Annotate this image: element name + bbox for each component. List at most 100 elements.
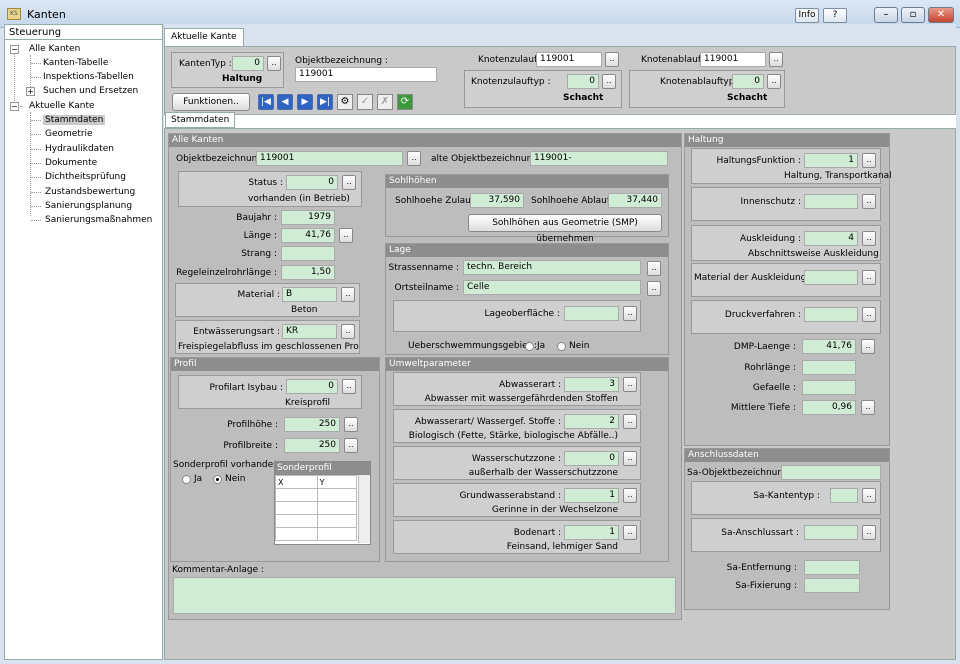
profilart-button[interactable]: .. — [342, 379, 356, 394]
next-record-icon[interactable]: ▶ — [297, 94, 313, 110]
auskleidung-button[interactable]: .. — [862, 231, 876, 246]
gefaelle-field[interactable] — [802, 380, 856, 395]
collapse-icon[interactable]: − — [10, 45, 19, 54]
tree-item[interactable]: Hydraulikdaten — [43, 144, 116, 154]
lageoberflaeche-field[interactable] — [564, 306, 619, 321]
umwelt-row-button[interactable]: .. — [623, 488, 637, 503]
filter-icon[interactable]: ⚙ — [337, 94, 353, 110]
dmp-field[interactable]: 41,76 — [802, 339, 856, 354]
baujahr-field[interactable]: 1979 — [281, 210, 335, 225]
umwelt-row-field[interactable]: 1 — [564, 525, 619, 540]
material-field[interactable]: B — [282, 287, 337, 302]
laenge-button[interactable]: .. — [339, 228, 353, 243]
refresh-icon[interactable]: ⟳ — [397, 94, 413, 110]
info-button[interactable]: Info — [795, 8, 819, 23]
tree-item[interactable]: Stammdaten — [43, 115, 106, 125]
alte-objekt-field[interactable]: 119001- — [530, 151, 668, 166]
kantentyp-button[interactable]: .. — [267, 56, 281, 71]
tree-suchen-ersetzen[interactable]: Suchen und Ersetzen — [43, 86, 138, 96]
last-record-icon[interactable]: ▶| — [317, 94, 333, 110]
minimize-button[interactable]: – — [874, 7, 898, 23]
ortsteil-button[interactable]: .. — [647, 281, 661, 296]
check-icon[interactable]: ✓ — [357, 94, 373, 110]
strasse-button[interactable]: .. — [647, 261, 661, 276]
ortsteil-field[interactable]: Celle — [463, 280, 641, 295]
mat-auskleidung-field[interactable] — [804, 270, 858, 285]
objekt-top-field[interactable]: 119001 — [295, 67, 437, 82]
mat-auskleidung-button[interactable]: .. — [862, 270, 876, 285]
strang-field[interactable] — [281, 246, 335, 261]
sohl-ablauf-field[interactable]: 37,440 — [608, 193, 662, 208]
zulauftyp-field[interactable]: 0 — [567, 74, 599, 89]
profilhoehe-field[interactable]: 250 — [284, 417, 340, 432]
funktionen-button[interactable]: Funktionen.. — [172, 93, 250, 111]
tree-item[interactable]: Zustandsbewertung — [43, 187, 137, 197]
profilbreite-field[interactable]: 250 — [284, 438, 340, 453]
mittlere-tiefe-button[interactable]: .. — [861, 400, 875, 415]
funktion-button[interactable]: .. — [862, 153, 876, 168]
ablauftyp-field[interactable]: 0 — [732, 74, 764, 89]
druckverfahren-button[interactable]: .. — [862, 307, 876, 322]
ueber-nein-radio[interactable] — [557, 342, 566, 351]
sonder-ja-radio[interactable] — [182, 475, 191, 484]
ueber-ja-radio[interactable] — [525, 342, 534, 351]
tree-alle-kanten[interactable]: Alle Kanten — [29, 44, 80, 54]
innenschutz-button[interactable]: .. — [862, 194, 876, 209]
sa-anschlussart-field[interactable] — [804, 525, 858, 540]
regel-field[interactable]: 1,50 — [281, 265, 335, 280]
dmp-button[interactable]: .. — [861, 339, 875, 354]
tree-item[interactable]: Sanierungsplanung — [43, 201, 134, 211]
objekt-button[interactable]: .. — [407, 151, 421, 166]
ablauftyp-button[interactable]: .. — [767, 74, 781, 89]
innenschutz-field[interactable] — [804, 194, 858, 209]
lageoberflaeche-button[interactable]: .. — [623, 306, 637, 321]
sa-fixierung-field[interactable] — [804, 578, 860, 593]
status-button[interactable]: .. — [342, 175, 356, 190]
sa-kantentyp-field[interactable] — [830, 488, 858, 503]
status-field[interactable]: 0 — [286, 175, 338, 190]
tree-item[interactable]: Dokumente — [43, 158, 99, 168]
umwelt-row-button[interactable]: .. — [623, 414, 637, 429]
tree-item[interactable]: Dichtheitsprüfung — [43, 172, 128, 182]
kommentar-field[interactable] — [173, 577, 676, 614]
umwelt-row-field[interactable]: 1 — [564, 488, 619, 503]
ablauf-field[interactable]: 119001 — [700, 52, 766, 67]
tree-kanten-tabelle[interactable]: Kanten-Tabelle — [43, 58, 108, 68]
help-button[interactable]: ? — [823, 8, 847, 23]
profilart-field[interactable]: 0 — [286, 379, 338, 394]
umwelt-row-field[interactable]: 0 — [564, 451, 619, 466]
sohlhoehen-uebernehmen-button[interactable]: Sohlhöhen aus Geometrie (SMP) übernehmen — [468, 214, 662, 244]
sonderprofil-grid[interactable]: Sonderprofil XY — [274, 461, 371, 545]
tab-aktuelle-kante[interactable]: Aktuelle Kante — [164, 28, 244, 46]
rohrlaenge-field[interactable] — [802, 360, 856, 375]
zulauf-field[interactable]: 119001 — [536, 52, 602, 67]
cancel-icon[interactable]: ✗ — [377, 94, 393, 110]
previous-record-icon[interactable]: ◀ — [277, 94, 293, 110]
tree-item[interactable]: Sanierungsmaßnahmen — [43, 215, 154, 225]
grid-scrollbar[interactable] — [358, 475, 370, 543]
objekt-field[interactable]: 119001 — [256, 151, 403, 166]
tab-stammdaten[interactable]: Stammdaten — [165, 112, 236, 128]
entwaesserung-button[interactable]: .. — [341, 324, 355, 339]
expand-icon[interactable]: + — [26, 87, 35, 96]
sonder-nein-radio[interactable] — [213, 475, 222, 484]
first-record-icon[interactable]: |◀ — [258, 94, 274, 110]
umwelt-row-field[interactable]: 3 — [564, 377, 619, 392]
tree-item[interactable]: Geometrie — [43, 129, 95, 139]
umwelt-row-field[interactable]: 2 — [564, 414, 619, 429]
umwelt-row-button[interactable]: .. — [623, 377, 637, 392]
material-button[interactable]: .. — [341, 287, 355, 302]
sa-anschlussart-button[interactable]: .. — [862, 525, 876, 540]
tree-inspektions-tabellen[interactable]: Inspektions-Tabellen — [43, 72, 134, 82]
profilbreite-button[interactable]: .. — [344, 438, 358, 453]
druckverfahren-field[interactable] — [804, 307, 858, 322]
tree-aktuelle-kante[interactable]: Aktuelle Kante — [29, 101, 95, 111]
sohl-zulauf-field[interactable]: 37,590 — [470, 193, 524, 208]
sa-entfernung-field[interactable] — [804, 560, 860, 575]
ablauf-button[interactable]: .. — [769, 52, 783, 67]
umwelt-row-button[interactable]: .. — [623, 451, 637, 466]
strasse-field[interactable]: techn. Bereich — [463, 260, 641, 275]
sa-objekt-field[interactable] — [781, 465, 881, 480]
maximize-button[interactable]: ▫ — [901, 7, 925, 23]
laenge-field[interactable]: 41,76 — [281, 228, 335, 243]
